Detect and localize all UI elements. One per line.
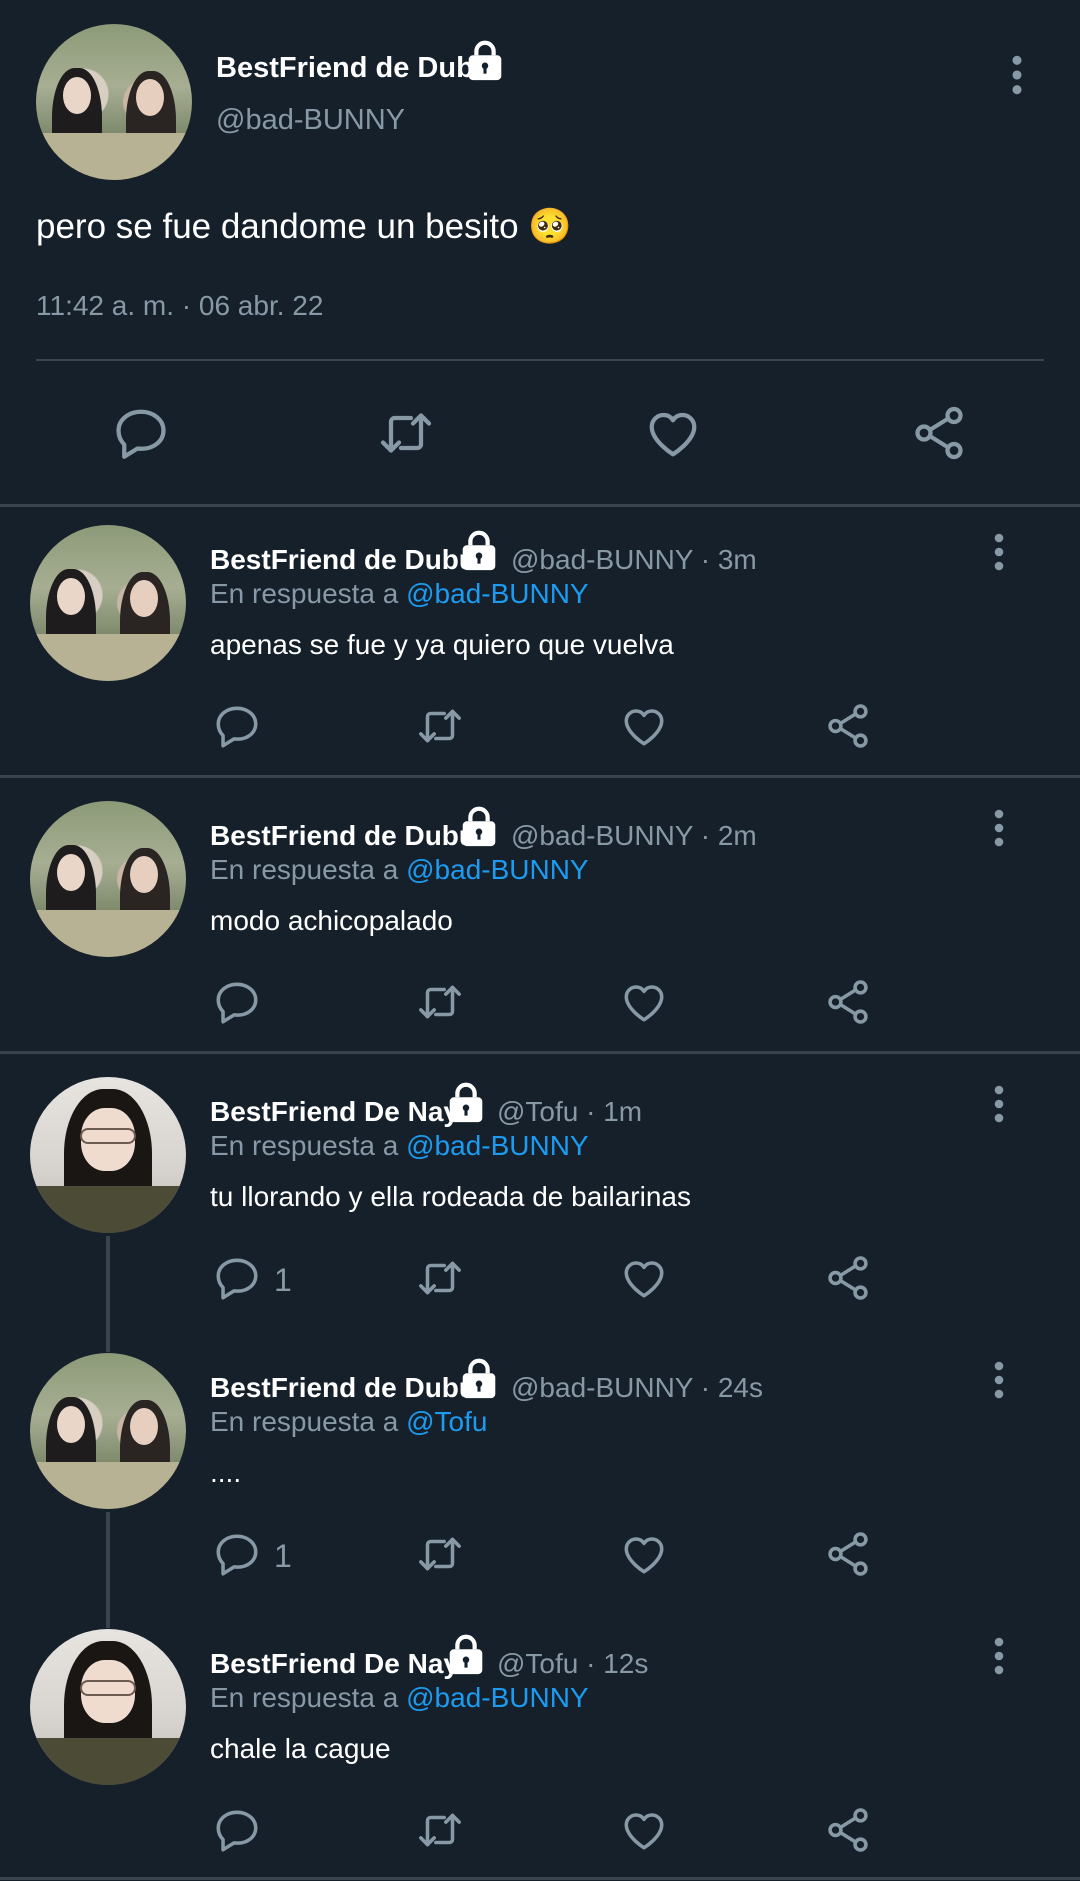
like-icon[interactable] bbox=[619, 701, 669, 751]
share-icon[interactable] bbox=[823, 977, 873, 1027]
more-vertical-icon[interactable] bbox=[1010, 54, 1024, 96]
mention-link[interactable]: @bad-BUNNY bbox=[406, 1130, 588, 1161]
display-name[interactable]: BestFriend de Dubu bbox=[210, 1372, 476, 1404]
retweet-icon[interactable] bbox=[376, 403, 436, 463]
share-icon[interactable] bbox=[823, 701, 873, 751]
avatar[interactable] bbox=[36, 24, 192, 180]
display-name[interactable]: BestFriend de Dubu bbox=[210, 544, 476, 576]
avatar[interactable] bbox=[30, 525, 186, 681]
retweet-icon[interactable] bbox=[415, 1805, 465, 1855]
divider bbox=[0, 1051, 1080, 1054]
divider bbox=[36, 359, 1044, 361]
thread-line bbox=[106, 1236, 110, 1352]
like-icon[interactable] bbox=[619, 977, 669, 1027]
lock-icon bbox=[443, 1080, 489, 1126]
mention-link[interactable]: @bad-BUNNY bbox=[406, 578, 588, 609]
reply-icon[interactable] bbox=[111, 403, 171, 463]
tweet-text: pero se fue dandome un besito 🥺 bbox=[36, 207, 572, 246]
display-name[interactable]: BestFriend de Dubu bbox=[216, 52, 492, 85]
more-vertical-icon[interactable] bbox=[992, 808, 1006, 848]
display-name[interactable]: BestFriend De Nay bbox=[210, 1096, 459, 1128]
divider bbox=[0, 504, 1080, 507]
reply-icon[interactable] bbox=[212, 977, 262, 1027]
handle-time: @Tofu · 1m bbox=[497, 1096, 643, 1127]
share-icon[interactable] bbox=[823, 1805, 873, 1855]
tweet-text: apenas se fue y ya quiero que vuelva bbox=[210, 629, 674, 660]
avatar[interactable] bbox=[30, 1077, 186, 1233]
reply-context: En respuesta a @bad-BUNNY bbox=[210, 1130, 589, 1161]
reply-context: En respuesta a @bad-BUNNY bbox=[210, 1682, 589, 1713]
user-handle[interactable]: @bad-BUNNY bbox=[216, 104, 405, 137]
handle-time: @Tofu · 12s bbox=[497, 1648, 649, 1679]
like-icon[interactable] bbox=[619, 1253, 669, 1303]
thread-line bbox=[106, 1512, 110, 1628]
reply-context: En respuesta a @Tofu bbox=[210, 1406, 488, 1437]
tweet-text: tu llorando y ella rodeada de bailarinas bbox=[210, 1181, 691, 1212]
lock-icon bbox=[462, 38, 508, 84]
tweet-text: modo achicopalado bbox=[210, 905, 453, 936]
divider bbox=[0, 1877, 1080, 1880]
more-vertical-icon[interactable] bbox=[992, 1636, 1006, 1676]
reply-context: En respuesta a @bad-BUNNY bbox=[210, 854, 589, 885]
reply-icon[interactable] bbox=[212, 701, 262, 751]
more-vertical-icon[interactable] bbox=[992, 1360, 1006, 1400]
avatar[interactable] bbox=[30, 1353, 186, 1509]
mention-link[interactable]: @bad-BUNNY bbox=[406, 1682, 588, 1713]
share-icon[interactable] bbox=[909, 403, 969, 463]
lock-icon bbox=[456, 528, 502, 574]
retweet-icon[interactable] bbox=[415, 977, 465, 1027]
divider bbox=[0, 775, 1080, 778]
tweet-text: .... bbox=[210, 1457, 242, 1488]
handle-time: @bad-BUNNY · 2m bbox=[511, 820, 757, 851]
lock-icon bbox=[456, 804, 502, 850]
lock-icon bbox=[456, 1356, 502, 1402]
reply-icon[interactable] bbox=[212, 1805, 262, 1855]
more-vertical-icon[interactable] bbox=[992, 1084, 1006, 1124]
reply-icon[interactable] bbox=[212, 1253, 262, 1303]
reply-count: 1 bbox=[274, 1262, 292, 1298]
like-icon[interactable] bbox=[619, 1805, 669, 1855]
display-name[interactable]: BestFriend De Nay bbox=[210, 1648, 459, 1680]
tweet-text: chale la cague bbox=[210, 1733, 391, 1764]
avatar[interactable] bbox=[30, 801, 186, 957]
retweet-icon[interactable] bbox=[415, 701, 465, 751]
share-icon[interactable] bbox=[823, 1529, 873, 1579]
avatar[interactable] bbox=[30, 1629, 186, 1785]
lock-icon bbox=[443, 1632, 489, 1678]
more-vertical-icon[interactable] bbox=[992, 532, 1006, 572]
handle-time: @bad-BUNNY · 24s bbox=[511, 1372, 763, 1403]
mention-link[interactable]: @bad-BUNNY bbox=[406, 854, 588, 885]
like-icon[interactable] bbox=[643, 403, 703, 463]
like-icon[interactable] bbox=[619, 1529, 669, 1579]
handle-time: @bad-BUNNY · 3m bbox=[511, 544, 757, 575]
mention-link[interactable]: @Tofu bbox=[406, 1406, 487, 1437]
reply-count: 1 bbox=[274, 1538, 292, 1574]
share-icon[interactable] bbox=[823, 1253, 873, 1303]
tweet-timestamp: 11:42 a. m. · 06 abr. 22 bbox=[36, 290, 324, 321]
retweet-icon[interactable] bbox=[415, 1529, 465, 1579]
retweet-icon[interactable] bbox=[415, 1253, 465, 1303]
display-name[interactable]: BestFriend de Dubu bbox=[210, 820, 476, 852]
reply-icon[interactable] bbox=[212, 1529, 262, 1579]
reply-context: En respuesta a @bad-BUNNY bbox=[210, 578, 589, 609]
